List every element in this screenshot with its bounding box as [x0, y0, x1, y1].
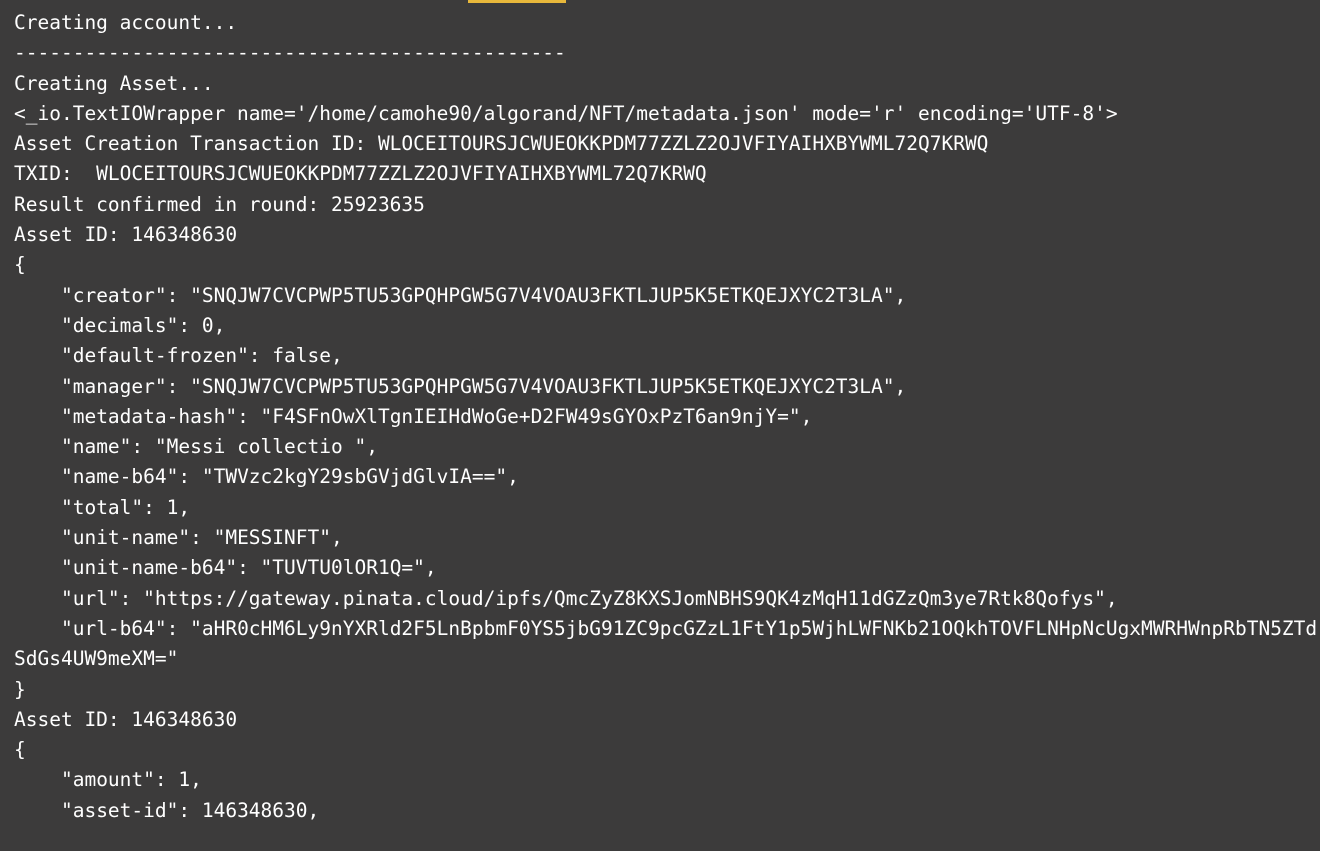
console-line: "url": "https://gateway.pinata.cloud/ipf… — [14, 586, 1118, 610]
console-line: ----------------------------------------… — [14, 41, 566, 65]
console-line: { — [14, 738, 26, 762]
console-line: "url-b64": "aHR0cHM6Ly9nYXRld2F5LnBpbmF0… — [14, 616, 1318, 671]
console-line: { — [14, 253, 26, 277]
console-line: Result confirmed in round: 25923635 — [14, 192, 425, 216]
console-line: "name": "Messi collectio ", — [14, 435, 378, 459]
console-line: Asset Creation Transaction ID: WLOCEITOU… — [14, 132, 989, 156]
console-line: "unit-name-b64": "TUVTU0lOR1Q=", — [14, 556, 437, 580]
console-line: "creator": "SNQJW7CVCPWP5TU53GPQHPGW5G7V… — [14, 283, 907, 307]
console-line: "asset-id": 146348630, — [14, 798, 320, 822]
console-line: "total": 1, — [14, 495, 191, 519]
console-line: "name-b64": "TWVzc2kgY29sbGVjdGlvIA==", — [14, 465, 519, 489]
console-output-text[interactable]: Creating account... ---------------------… — [0, 0, 1320, 826]
terminal-window: Creating account... ---------------------… — [0, 0, 1320, 851]
console-line: TXID: WLOCEITOURSJCWUEOKKPDM77ZZLZ2OJVFI… — [14, 162, 707, 186]
console-line: "unit-name": "MESSINFT", — [14, 526, 343, 550]
console-line: Asset ID: 146348630 — [14, 707, 238, 731]
console-line: Asset ID: 146348630 — [14, 223, 238, 247]
console-line: "decimals": 0, — [14, 313, 226, 337]
console-line: "metadata-hash": "F4SFnOwXlTgnIEIHdWoGe+… — [14, 404, 813, 428]
console-line: Creating account... — [14, 11, 238, 34]
console-line: "default-frozen": false, — [14, 344, 343, 368]
console-line: "manager": "SNQJW7CVCPWP5TU53GPQHPGW5G7V… — [14, 374, 907, 398]
console-line: } — [14, 677, 26, 701]
console-line: <_io.TextIOWrapper name='/home/camohe90/… — [14, 101, 1118, 125]
console-line: Creating Asset... — [14, 71, 214, 95]
console-line: "amount": 1, — [14, 768, 202, 792]
